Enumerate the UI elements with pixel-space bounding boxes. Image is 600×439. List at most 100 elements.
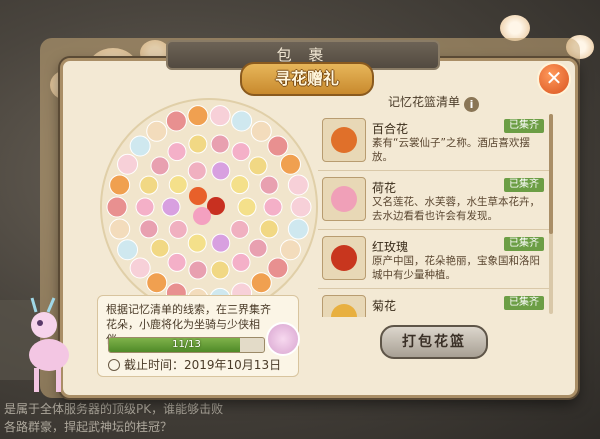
flower-name: 百合花	[372, 122, 409, 136]
progress-label: 11/13	[172, 339, 201, 350]
wreath-flower	[230, 175, 250, 195]
wreath-flower	[168, 175, 188, 195]
wreath-flower	[106, 196, 128, 218]
wreath-flower	[146, 272, 168, 294]
close-icon: ✕	[545, 66, 563, 90]
wreath-flower	[117, 153, 139, 175]
wreath-flower	[231, 252, 251, 272]
wreath-flower	[267, 135, 289, 157]
wreath-flower	[165, 110, 187, 132]
collected-badge: 已集齐	[504, 296, 544, 310]
wreath-flower	[290, 196, 312, 218]
deer-antlers	[30, 297, 56, 313]
chrysanthemum-icon-petals	[331, 304, 357, 317]
wreath-flower	[259, 175, 279, 195]
deadline-label: 截止时间：2019年10月13日	[124, 358, 282, 372]
flower-description: 原产中国，花朵艳丽，宝象国和洛阳城中有少量种植。	[372, 255, 540, 281]
lily-icon-petals	[331, 127, 357, 153]
wreath-flower	[187, 161, 207, 181]
wreath-flower	[231, 142, 251, 162]
wreath-flower	[188, 260, 208, 280]
pack-basket-button[interactable]: 打包花篮	[380, 325, 488, 359]
deer-leg	[56, 368, 61, 392]
deadline-text: 截止时间：2019年10月13日	[108, 356, 281, 373]
list-item: 红玫瑰 原产中国，花朵艳丽，宝象国和洛阳城中有少量种植。 已集齐	[318, 230, 550, 289]
wreath-flower	[267, 257, 289, 279]
wreath-flower	[250, 120, 272, 142]
wreath-flower	[146, 120, 168, 142]
wreath-flower	[109, 174, 131, 196]
deer-avatar-icon	[266, 322, 300, 356]
wreath-flower	[279, 239, 301, 261]
flower-description: 又名莲花、水芙蓉，水生草本花卉，去水边看看也许会有发现。	[372, 196, 540, 222]
deer-head	[31, 312, 57, 338]
deer-leg	[34, 368, 39, 392]
wreath-flower	[231, 110, 253, 132]
deer-eye	[37, 320, 43, 326]
wreath-flower	[167, 252, 187, 272]
wreath-flower	[168, 219, 188, 239]
wreath-flower	[139, 175, 159, 195]
list-item: 菊花 已集齐	[318, 289, 550, 317]
close-button[interactable]: ✕	[537, 62, 571, 96]
info-icon[interactable]: i	[464, 97, 480, 112]
wreath-flower	[129, 135, 151, 157]
collected-badge: 已集齐	[504, 237, 544, 251]
event-title-banner: 寻花赠礼	[240, 62, 374, 96]
wreath-flower	[135, 197, 155, 217]
wreath-flower	[210, 260, 230, 280]
list-item: 百合花 素有“云裳仙子”之称。酒店喜欢摆放。 已集齐	[318, 112, 550, 171]
wreath-flower	[161, 197, 181, 217]
wreath-flower	[209, 105, 231, 127]
flower-checklist[interactable]: 百合花 素有“云裳仙子”之称。酒店喜欢摆放。 已集齐 荷花 又名莲花、水芙蓉，水…	[318, 112, 550, 317]
deer-mascot	[29, 297, 69, 392]
wreath-flower	[248, 238, 268, 258]
deer-body	[29, 339, 69, 371]
wreath-flower	[287, 174, 309, 196]
wreath-flower	[117, 239, 139, 261]
wreath-flower	[211, 161, 231, 181]
wreath-flower	[287, 218, 309, 240]
collection-progress-bar: 11/13	[108, 337, 265, 353]
lily-icon	[322, 118, 366, 162]
chrysanthemum-icon	[322, 295, 366, 317]
wreath-flower	[210, 134, 230, 154]
wreath-flower	[109, 218, 131, 240]
list-scrollbar[interactable]	[549, 114, 553, 314]
wreath-flower	[188, 134, 208, 154]
flower-name: 红玫瑰	[372, 240, 409, 254]
wreath-flower	[139, 219, 159, 239]
clock-icon	[108, 359, 120, 371]
wreath-flower	[248, 156, 268, 176]
wreath-flower	[230, 219, 250, 239]
wreath-flower	[150, 156, 170, 176]
lotus-icon	[322, 177, 366, 221]
wreath-flower	[187, 233, 207, 253]
scrollbar-thumb[interactable]	[549, 114, 553, 234]
flower-name: 荷花	[372, 181, 397, 195]
background-chat-text: 是属于全体服务器的顶级PK，谁能够击败各路群豪，捍起武神坛的桂冠？	[4, 402, 224, 434]
wreath-center-flower	[189, 187, 207, 205]
flower-name: 菊花	[372, 299, 397, 313]
wreath-center-flower	[193, 207, 211, 225]
wreath-flower	[129, 257, 151, 279]
wreath-flower	[237, 197, 257, 217]
collected-badge: 已集齐	[504, 119, 544, 133]
rose-icon	[322, 236, 366, 280]
wreath-flower	[259, 219, 279, 239]
memory-list-header: 记忆花篮清单 i	[388, 93, 480, 112]
lotus-icon-petals	[331, 186, 357, 212]
list-title: 记忆花篮清单	[388, 95, 461, 109]
rose-icon-petals	[331, 245, 357, 271]
wreath-flower	[279, 153, 301, 175]
wreath-flower	[187, 105, 209, 127]
flower-description: 素有“云裳仙子”之称。酒店喜欢摆放。	[372, 137, 530, 163]
wreath-flower	[211, 233, 231, 253]
wreath-flower	[167, 142, 187, 162]
wreath-flower	[150, 238, 170, 258]
task-info-box: 根据记忆清单的线索，在三界集齐花朵，小鹿将化为坐骑与少侠相伴。 11/13 截止…	[97, 295, 300, 377]
flower-wreath	[100, 98, 318, 316]
list-item: 荷花 又名莲花、水芙蓉，水生草本花卉，去水边看看也许会有发现。 已集齐	[318, 171, 550, 230]
wreath-flower	[250, 272, 272, 294]
collected-badge: 已集齐	[504, 178, 544, 192]
